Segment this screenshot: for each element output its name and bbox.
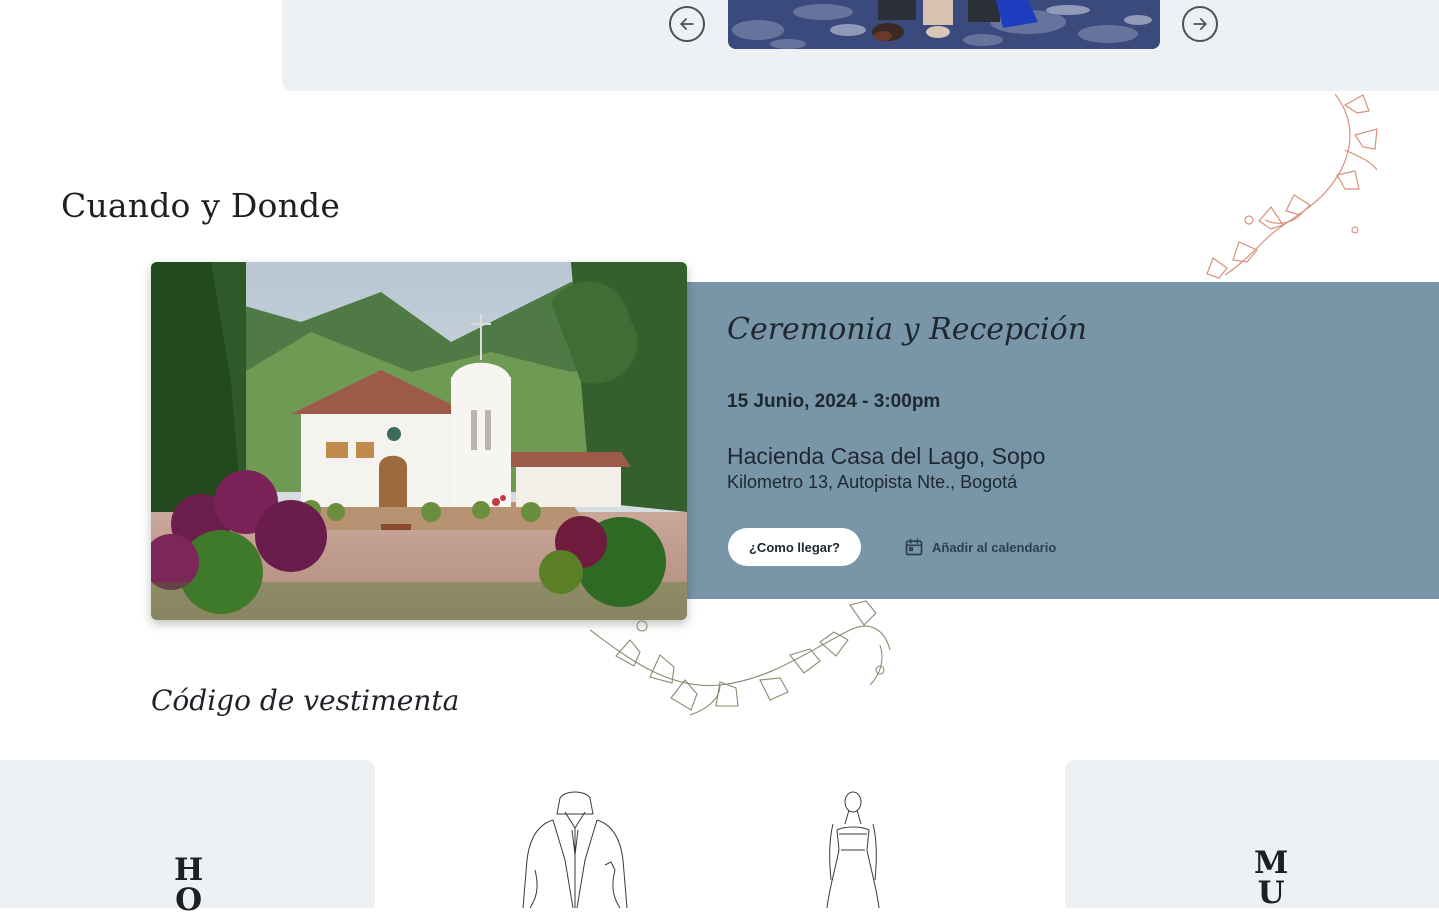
women-dress-label: M U xyxy=(1254,845,1289,911)
venue-photo xyxy=(151,262,687,620)
leaf-vine-decoration xyxy=(590,600,891,716)
venue-address: Kilometro 13, Autopista Nte., Bogotá xyxy=(727,472,1018,492)
dress-code-title: Código de vestimenta xyxy=(151,684,460,717)
floral-vine-decoration xyxy=(1206,93,1378,279)
suit-sketch-illustration xyxy=(522,791,628,908)
carousel-photo xyxy=(728,0,1160,49)
add-to-calendar-button[interactable]: Añadir al calendario xyxy=(904,535,1056,559)
section-title: Cuando y Donde xyxy=(61,186,341,225)
men-letter: O xyxy=(175,882,203,918)
arrow-left-icon xyxy=(680,18,694,30)
carousel-next-button[interactable] xyxy=(1182,6,1218,42)
men-dress-label: H O xyxy=(174,852,204,918)
add-to-calendar-label: Añadir al calendario xyxy=(932,539,1057,555)
arrow-right-icon xyxy=(1193,18,1207,30)
women-letter: M xyxy=(1254,845,1289,881)
carousel-prev-button[interactable] xyxy=(669,6,705,42)
hacienda-chapel-image xyxy=(151,262,687,620)
women-letter: U xyxy=(1257,875,1285,911)
venue-name: Hacienda Casa del Lago, Sopo xyxy=(727,443,1046,469)
calendar-icon xyxy=(905,538,923,556)
event-date: 15 Junio, 2024 - 3:00pm xyxy=(727,391,941,412)
women-dress-card: M U xyxy=(1065,760,1439,911)
men-dress-card: H O xyxy=(0,760,375,916)
couple-photo-image xyxy=(728,0,1160,49)
event-title: Ceremonia y Recepción xyxy=(727,312,1088,347)
gown-sketch-illustration xyxy=(826,791,880,908)
directions-button[interactable]: ¿Como llegar? xyxy=(728,528,861,566)
men-letter: H xyxy=(174,852,204,888)
